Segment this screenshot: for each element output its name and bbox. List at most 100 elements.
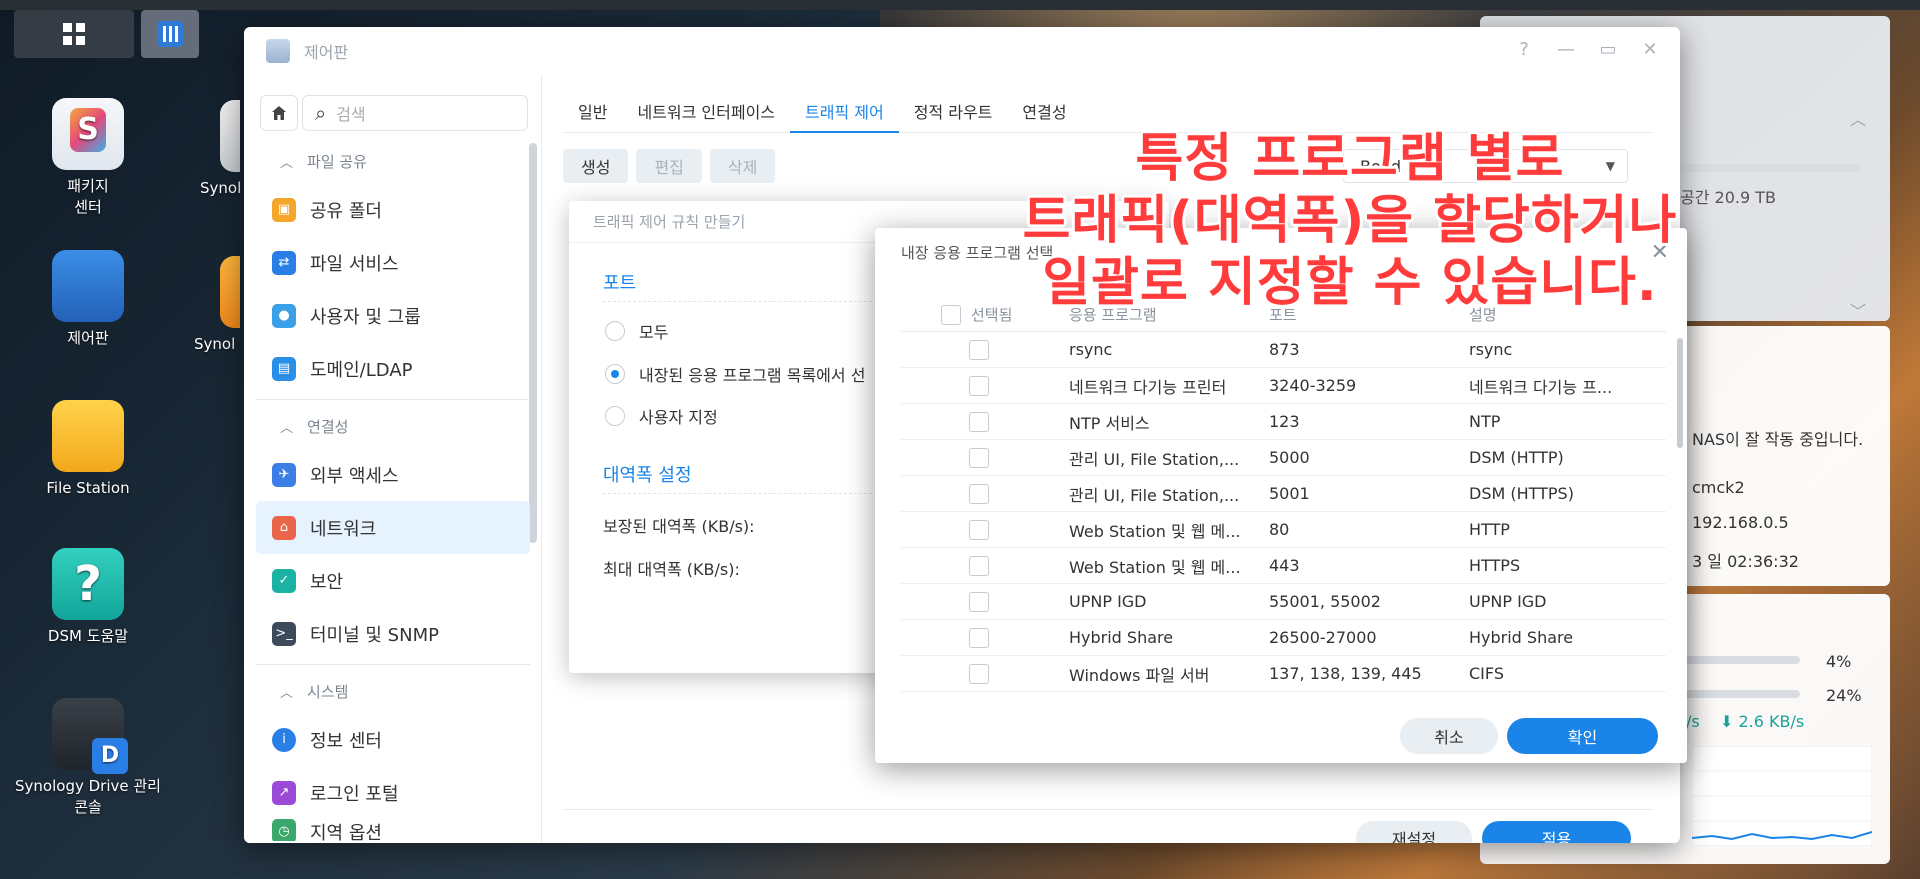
sidebar-item-domain-ldap[interactable]: ▤ 도메인/LDAP — [256, 342, 530, 395]
sidebar-item-shared-folder[interactable]: ▣ 공유 폴더 — [256, 183, 530, 236]
row-checkbox[interactable] — [969, 483, 989, 504]
row-description: CIFS — [1469, 664, 1504, 683]
row-description: UPNP IGD — [1469, 592, 1547, 611]
sidebar-item-info-center[interactable]: i 정보 센터 — [256, 713, 530, 766]
row-checkbox[interactable] — [969, 663, 989, 684]
row-checkbox[interactable] — [969, 339, 989, 360]
radio-button-selected[interactable] — [605, 364, 625, 384]
row-application: 관리 UI, File Station,... — [1069, 485, 1240, 505]
ok-button[interactable]: 확인 — [1507, 718, 1658, 754]
sidebar-item-network[interactable]: ⌂ 네트워크 — [256, 501, 530, 554]
toolbar: 생성 편집 삭제 — [563, 149, 776, 183]
tab-general[interactable]: 일반 — [563, 99, 622, 133]
desktop-icon-control-panel[interactable]: 제어판 — [8, 250, 168, 349]
delete-button[interactable]: 삭제 — [709, 149, 776, 183]
port-section-title: 포트 — [603, 273, 637, 294]
tab-network-interface[interactable]: 네트워크 인터페이스 — [622, 99, 790, 133]
grid-icon — [63, 23, 85, 45]
table-row[interactable]: 관리 UI, File Station,... 5000 DSM (HTTP) — [901, 440, 1666, 476]
edit-button[interactable]: 편집 — [636, 149, 702, 183]
desktop-icon-synology-2[interactable]: Synol — [180, 256, 240, 355]
row-application: rsync — [1069, 340, 1113, 359]
radio-button[interactable] — [605, 321, 625, 341]
sidebar-item-login-portal[interactable]: ↗ 로그인 포털 — [256, 766, 530, 819]
sidebar-group-connectivity[interactable]: ︿ 연결성 — [256, 404, 530, 448]
table-row[interactable]: 네트워크 다기능 프린터 3240-3259 네트워크 다기능 프... — [901, 368, 1666, 404]
radio-custom[interactable]: 사용자 지정 — [605, 404, 718, 428]
sidebar-item-users-groups[interactable]: ● 사용자 및 그룹 — [256, 289, 530, 342]
sidebar-item-label: 정보 센터 — [310, 730, 382, 752]
tab-traffic-control[interactable]: 트래픽 제어 — [790, 99, 899, 133]
sidebar-item-terminal-snmp[interactable]: >_ 터미널 및 SNMP — [256, 607, 530, 660]
main-menu-button[interactable] — [14, 10, 134, 58]
table-row[interactable]: rsync 873 rsync — [901, 332, 1666, 368]
maximize-icon[interactable]: ▭ — [1598, 39, 1618, 60]
radio-button[interactable] — [605, 406, 625, 426]
sidebar-scrollbar[interactable] — [529, 143, 537, 543]
row-port: 123 — [1269, 412, 1300, 431]
help-icon: ? — [52, 548, 124, 620]
sidebar-item-file-services[interactable]: ⇄ 파일 서비스 — [256, 236, 530, 289]
row-checkbox[interactable] — [969, 375, 989, 396]
table-row[interactable]: NTP 서비스 123 NTP — [901, 404, 1666, 440]
cancel-button[interactable]: 취소 — [1400, 718, 1498, 754]
table-scrollbar[interactable] — [1677, 338, 1683, 448]
row-checkbox[interactable] — [969, 555, 989, 576]
create-button[interactable]: 생성 — [563, 149, 629, 183]
desktop-icon-synology-1[interactable]: Synol — [180, 100, 240, 199]
row-checkbox[interactable] — [969, 627, 989, 648]
window-title: 제어판 — [304, 43, 349, 62]
select-all-checkbox[interactable] — [941, 304, 961, 325]
tab-static-route[interactable]: 정적 라우트 — [899, 99, 1008, 133]
row-checkbox[interactable] — [969, 411, 989, 432]
row-select-cell — [901, 339, 1061, 360]
sidebar-group-file-sharing[interactable]: ︿ 파일 공유 — [256, 139, 530, 183]
row-select-cell — [901, 627, 1061, 648]
health-status: NAS이 잘 작동 중입니다. — [1692, 430, 1864, 449]
regional-options-icon: ◷ — [272, 819, 296, 841]
users-icon: ● — [272, 303, 296, 328]
table-row[interactable]: Hybrid Share 26500-27000 Hybrid Share — [901, 620, 1666, 656]
max-bandwidth-label: 최대 대역폭 (KB/s): — [603, 560, 740, 579]
table-row[interactable]: Web Station 및 웹 메... 80 HTTP — [901, 512, 1666, 548]
row-select-cell — [901, 483, 1061, 504]
row-select-cell — [901, 591, 1061, 612]
table-row[interactable]: 관리 UI, File Station,... 5001 DSM (HTTPS) — [901, 476, 1666, 512]
minimize-icon[interactable]: — — [1556, 39, 1576, 60]
search-icon: ⌕ — [315, 101, 327, 125]
chevron-up-icon: ︿ — [280, 155, 294, 171]
sidebar-item-external-access[interactable]: ✈ 외부 액세스 — [256, 448, 530, 501]
sidebar-group-system[interactable]: ︿ 시스템 — [256, 669, 530, 713]
net-download: ⬇ 2.6 KB/s — [1720, 712, 1805, 731]
radio-all[interactable]: 모두 — [605, 319, 668, 343]
desktop-icon-label: Synol — [200, 179, 240, 197]
apply-button[interactable]: 적용 — [1482, 821, 1631, 843]
row-checkbox[interactable] — [969, 519, 989, 540]
window-title-bar[interactable]: 제어판 — [244, 27, 1680, 75]
close-icon[interactable]: ✕ — [1640, 39, 1660, 60]
row-checkbox[interactable] — [969, 447, 989, 468]
taskbar-control-panel[interactable] — [141, 10, 199, 58]
desktop-icon-synology-drive-admin[interactable]: Synology Drive 관리 콘솔 — [8, 698, 168, 818]
row-checkbox[interactable] — [969, 591, 989, 612]
desktop-icon-file-station[interactable]: File Station — [8, 400, 168, 499]
radio-builtin-list[interactable]: 내장된 응용 프로그램 목록에서 선 — [605, 362, 865, 386]
help-icon[interactable]: ? — [1514, 39, 1534, 60]
sidebar-item-security[interactable]: ✓ 보안 — [256, 554, 530, 607]
collapse-icon[interactable]: ︿ — [1850, 106, 1866, 130]
sidebar-search[interactable]: ⌕ 검색 — [302, 95, 528, 131]
table-row[interactable]: Web Station 및 웹 메... 443 HTTPS — [901, 548, 1666, 584]
home-button[interactable] — [260, 95, 298, 131]
reset-button[interactable]: 재설정 — [1356, 821, 1472, 843]
desktop-icon-dsm-help[interactable]: ? DSM 도움말 — [8, 548, 168, 647]
table-row[interactable]: Windows 파일 서버 137, 138, 139, 445 CIFS — [901, 656, 1666, 692]
expand-icon[interactable]: ﹀ — [1850, 298, 1866, 322]
shared-folder-icon: ▣ — [272, 197, 296, 222]
desktop-icon-package-center[interactable]: 패키지 센터 — [8, 98, 168, 218]
table-body: rsync 873 rsync 네트워크 다기능 프린터 3240-3259 네트워크 다… — [901, 332, 1666, 692]
sidebar: ⌕ 검색 ︿ 파일 공유 ▣ 공유 폴더 ⇄ 파일 서비스 ● 사용자 및 그룹… — [244, 75, 542, 843]
table-row[interactable]: UPNP IGD 55001, 55002 UPNP IGD — [901, 584, 1666, 620]
row-select-cell — [901, 555, 1061, 576]
row-port: 26500-27000 — [1269, 628, 1377, 647]
sidebar-item-regional-options[interactable]: ◷ 지역 옵션 — [256, 819, 530, 841]
